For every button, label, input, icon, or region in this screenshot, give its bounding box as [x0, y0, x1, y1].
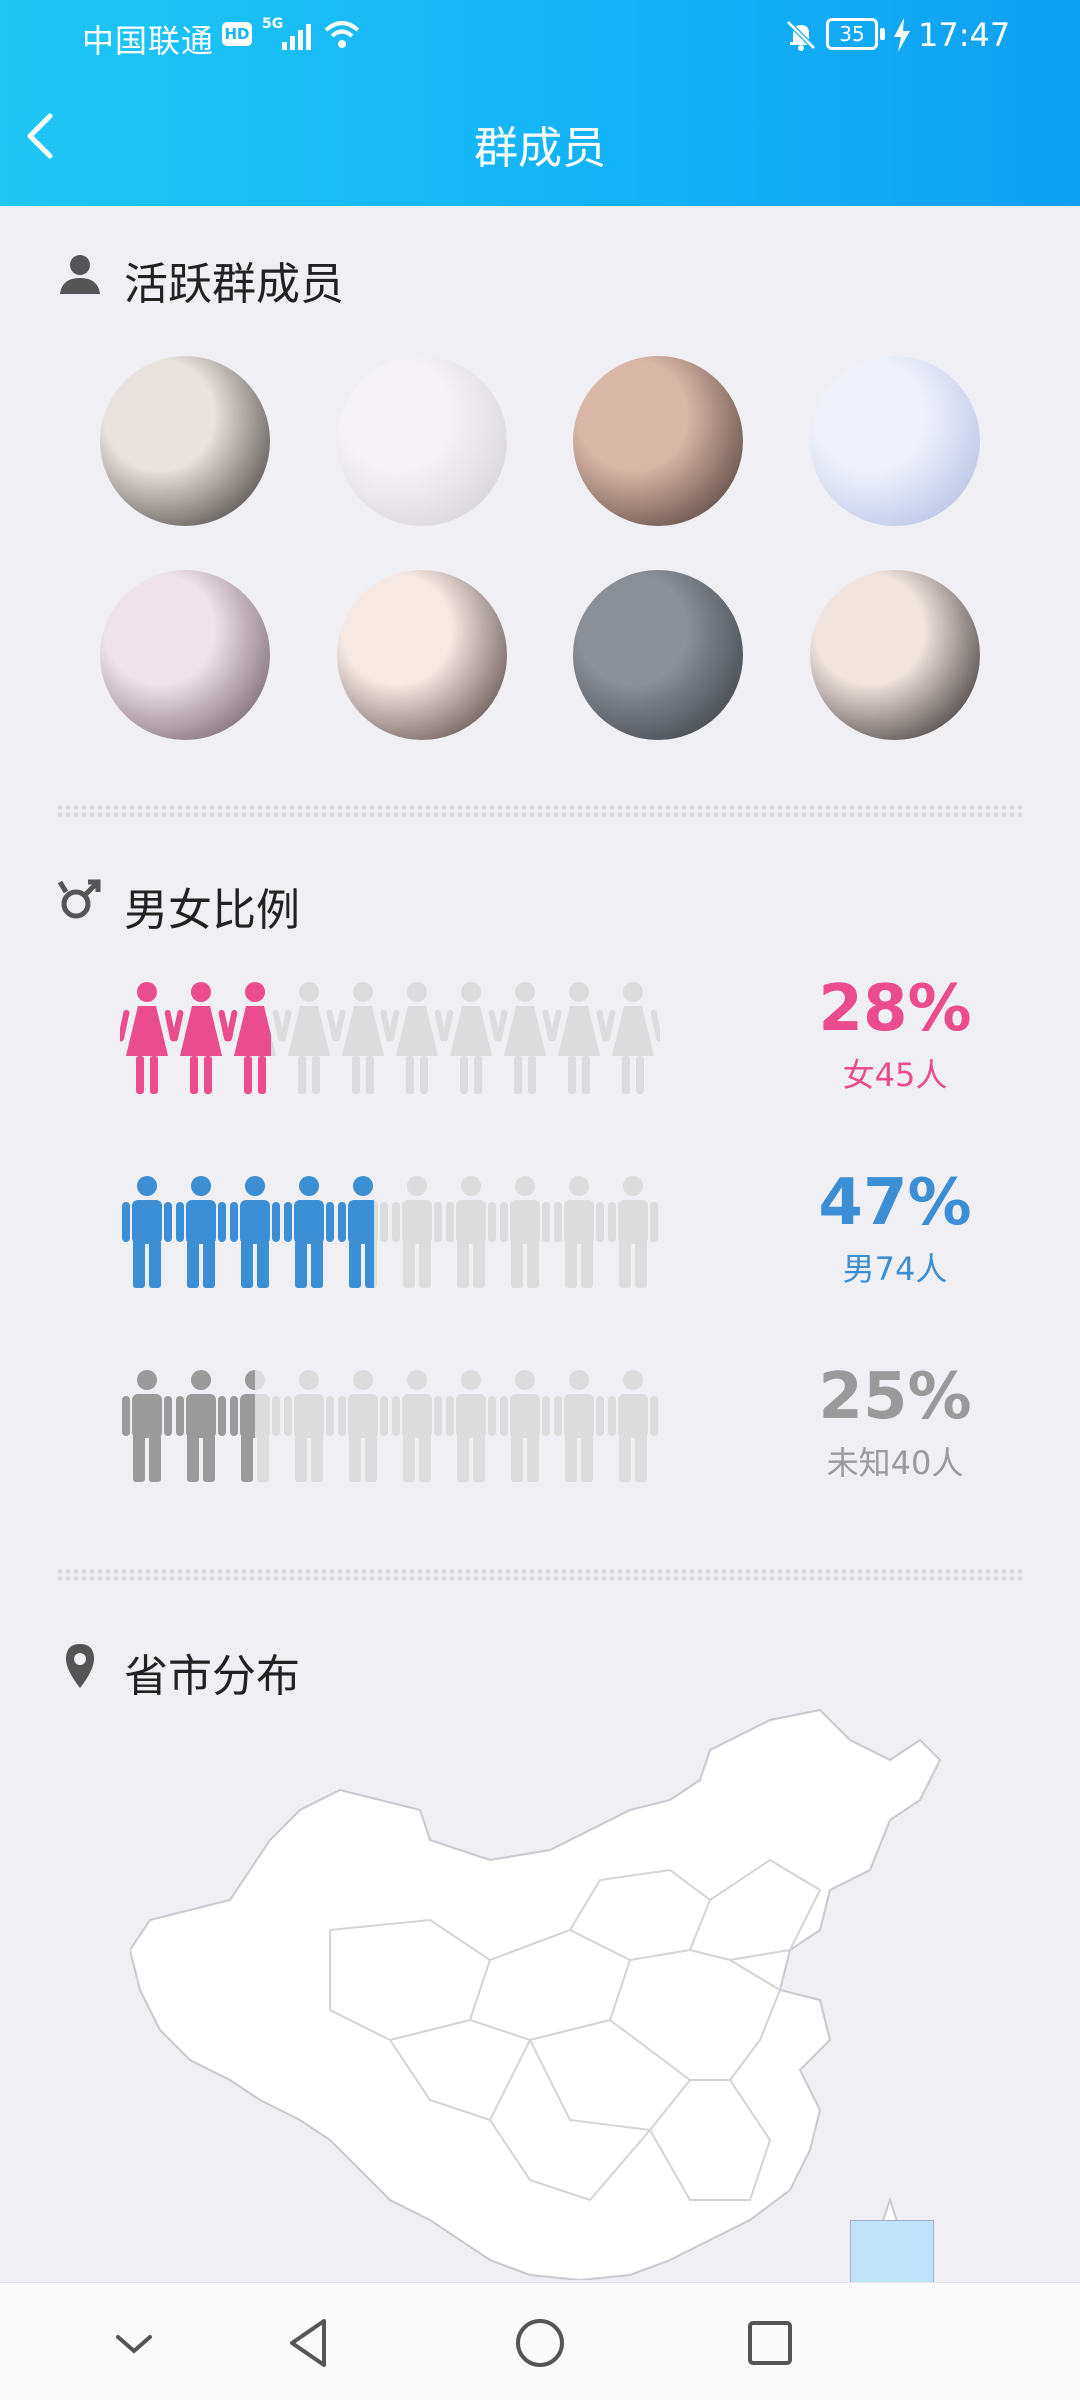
system-nav-bar: [0, 2282, 1080, 2400]
person-figure-icon: [282, 1174, 336, 1290]
region-title: 省市分布: [124, 1651, 300, 1702]
charging-icon: [894, 18, 910, 52]
person-figure-icon: [174, 1368, 228, 1484]
member-avatar-8[interactable]: [810, 570, 980, 740]
female-figure-row: [117, 980, 680, 1096]
member-avatar-3[interactable]: [573, 356, 743, 526]
person-figure-icon: [228, 1174, 282, 1290]
person-figure-icon: [225, 980, 285, 1096]
person-figure-icon: [552, 1368, 606, 1484]
person-figure-icon: [336, 1174, 390, 1290]
person-figure-icon: [606, 1368, 660, 1484]
unknown-count: 未知40人: [826, 1444, 964, 1482]
person-figure-icon: [333, 980, 393, 1096]
person-figure-icon: [387, 980, 447, 1096]
page-title: 群成员: [474, 123, 606, 174]
person-figure-icon: [444, 1368, 498, 1484]
person-figure-icon: [390, 1174, 444, 1290]
person-figure-icon: [174, 1174, 228, 1290]
person-figure-icon: [117, 980, 177, 1096]
member-avatar-1[interactable]: [100, 356, 270, 526]
person-figure-icon: [228, 1368, 282, 1484]
member-avatar-7[interactable]: [573, 570, 743, 740]
status-bar: 中国联通 HD 5G 35 17:47: [0, 0, 1080, 72]
unknown-percent: 25%: [818, 1360, 972, 1434]
person-icon: [60, 255, 100, 294]
person-figure-icon: [441, 980, 501, 1096]
chevron-down-icon[interactable]: [104, 2313, 164, 2373]
person-figure-icon: [495, 980, 555, 1096]
person-figure-icon: [444, 1174, 498, 1290]
member-avatar-4[interactable]: [810, 356, 980, 526]
location-pin-icon: [66, 1644, 94, 1688]
female-percent: 28%: [818, 972, 972, 1046]
person-figure-icon: [120, 1174, 174, 1290]
gender-symbol-icon: [57, 879, 101, 919]
app-header: 中国联通 HD 5G 35 17:47 群成员: [0, 0, 1080, 206]
female-count: 女45人: [842, 1056, 948, 1094]
person-figure-icon: [279, 980, 339, 1096]
gender-ratio-title: 男女比例: [124, 885, 300, 936]
male-figure-row: [120, 1174, 680, 1290]
carrier-label: 中国联通: [82, 22, 215, 60]
home-circle-icon[interactable]: [510, 2313, 570, 2373]
battery-tip: [880, 28, 885, 40]
back-triangle-icon[interactable]: [280, 2313, 340, 2373]
person-figure-icon: [390, 1368, 444, 1484]
person-figure-icon: [552, 1174, 606, 1290]
male-count: 男74人: [842, 1250, 948, 1288]
member-avatar-2[interactable]: [337, 356, 507, 526]
section-divider: [56, 804, 1022, 818]
mute-bell-icon: [786, 20, 816, 51]
china-map[interactable]: [130, 1700, 950, 2280]
recents-square-icon[interactable]: [740, 2313, 800, 2373]
person-figure-icon: [603, 980, 663, 1096]
person-figure-icon: [336, 1368, 390, 1484]
person-figure-icon: [120, 1368, 174, 1484]
hd-badge: HD: [222, 22, 252, 46]
member-avatar-5[interactable]: [100, 570, 270, 740]
person-figure-icon: [549, 980, 609, 1096]
signal-icon: [282, 24, 311, 50]
person-figure-icon: [498, 1174, 552, 1290]
male-percent: 47%: [818, 1166, 972, 1240]
person-figure-icon: [606, 1174, 660, 1290]
active-members-title: 活跃群成员: [124, 259, 344, 310]
battery-indicator: 35: [826, 18, 878, 50]
south-sea-inset: [850, 2220, 934, 2290]
unknown-figure-row: [120, 1368, 680, 1484]
person-figure-icon: [282, 1368, 336, 1484]
person-figure-icon: [171, 980, 231, 1096]
section-divider: [56, 1568, 1022, 1582]
member-avatar-6[interactable]: [337, 570, 507, 740]
person-figure-icon: [498, 1368, 552, 1484]
wifi-icon: [324, 21, 360, 48]
clock: 17:47: [918, 16, 1011, 54]
